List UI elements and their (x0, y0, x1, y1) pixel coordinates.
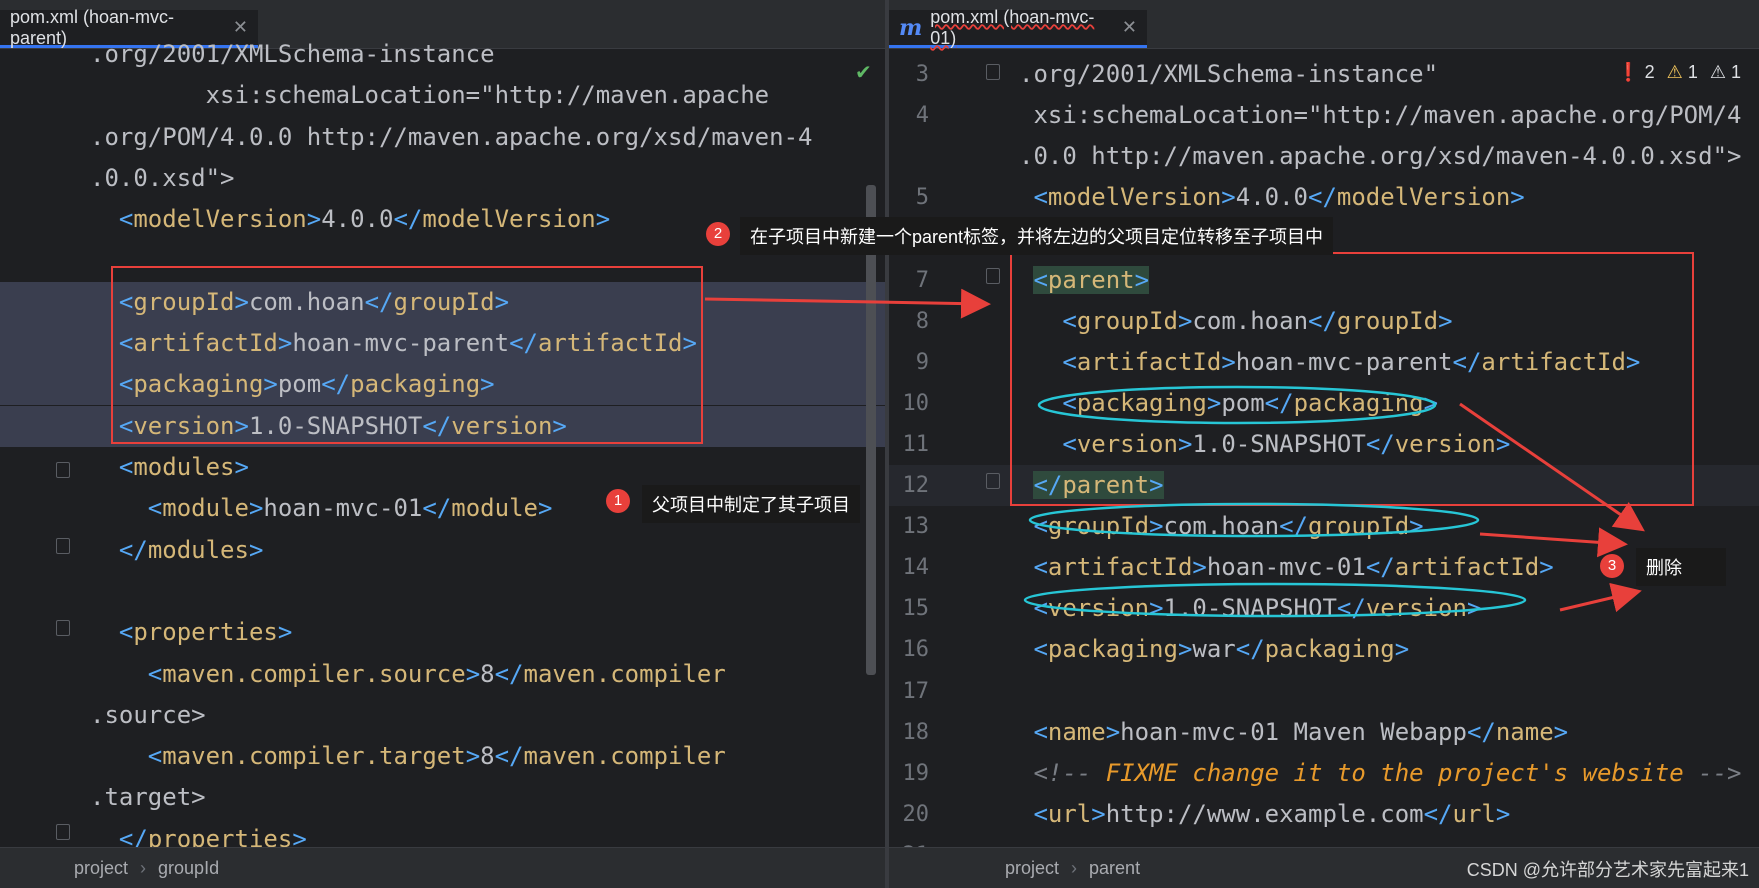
right-tab-bar: m pom.xml (hoan-mvc-01) ✕ (889, 0, 1759, 49)
error-icon: ❗ (1617, 62, 1640, 82)
tab-child-pom[interactable]: m pom.xml (hoan-mvc-01) ✕ (889, 6, 1147, 48)
scrollbar[interactable] (866, 185, 876, 675)
code-line[interactable]: .0.0 http://maven.apache.org/xsd/maven-4… (889, 136, 1759, 177)
left-highlight-box (111, 266, 703, 444)
code-line[interactable]: <properties> (0, 612, 885, 653)
code-line[interactable]: .org/2001/XMLSchema-instance (0, 34, 885, 75)
fold-icon[interactable] (986, 473, 1000, 489)
code-line[interactable]: .0.0.xsd"> (0, 158, 885, 199)
fold-icon[interactable] (56, 824, 70, 840)
breadcrumb-project[interactable]: project (74, 858, 128, 879)
line-number: 13 (902, 514, 930, 540)
warning-count: ⚠ 1 (1666, 62, 1698, 82)
watermark: CSDN @允许部分艺术家先富起来1 (1466, 860, 1749, 880)
line-number: 8 (915, 308, 929, 334)
tab-title: pom.xml (hoan-mvc-01) (930, 6, 1095, 48)
code-line[interactable]: <maven.compiler.target>8</maven.compiler (0, 736, 885, 777)
code-line[interactable]: <maven.compiler.source>8</maven.compiler (0, 654, 885, 695)
line-number: 16 (902, 637, 930, 663)
code-line[interactable]: 18 <name>hoan-mvc-01 Maven Webapp</name> (889, 712, 1759, 753)
code-line[interactable]: 13 <groupId>com.hoan</groupId> (889, 506, 1759, 547)
close-icon[interactable]: ✕ (1122, 17, 1137, 38)
line-number: 17 (902, 678, 930, 704)
line-number: 9 (915, 349, 929, 375)
code-line[interactable]: xsi:schemaLocation="http://maven.apache (0, 75, 885, 116)
code-line[interactable]: .source> (0, 695, 885, 736)
code-line[interactable]: </modules> (0, 530, 885, 571)
line-number: 19 (902, 760, 930, 786)
line-number: 20 (902, 801, 930, 827)
line-number: 7 (915, 267, 929, 293)
line-number: 18 (902, 719, 930, 745)
left-editor-pane: pom.xml (hoan-mvc-parent) ✕ .org/2001/XM… (0, 0, 885, 888)
badge-3: 3 (1600, 554, 1624, 578)
code-line[interactable]: <modules> (0, 447, 885, 488)
weak-warning-icon: ⚠ (1709, 62, 1726, 82)
fold-icon[interactable] (56, 620, 70, 636)
badge-2: 2 (706, 222, 730, 246)
fold-icon[interactable] (986, 64, 1000, 80)
line-number: 3 (915, 62, 929, 87)
fold-icon[interactable] (56, 538, 70, 554)
fold-icon[interactable] (986, 268, 1000, 284)
breadcrumb-project[interactable]: project (1005, 858, 1059, 879)
code-line[interactable]: 17 (889, 671, 1759, 712)
line-number: 5 (915, 185, 929, 211)
maven-icon: m (899, 14, 923, 41)
code-line[interactable]: 19 <!-- FIXME change it to the project's… (889, 753, 1759, 794)
error-count: ❗ 2 (1617, 62, 1655, 82)
code-line[interactable]: 14 <artifactId>hoan-mvc-01</artifactId> (889, 547, 1759, 588)
code-line[interactable]: .org/POM/4.0.0 http://maven.apache.org/x… (0, 117, 885, 158)
callout-3: 删除 (1636, 548, 1726, 586)
callout-2: 在子项目中新建一个parent标签，并将左边的父项目定位转移至子项目中 (740, 217, 1334, 255)
breadcrumb-groupid[interactable]: groupId (158, 858, 219, 879)
code-line[interactable]: .target> (0, 777, 885, 818)
code-line[interactable]: 4 xsi:schemaLocation="http://maven.apach… (889, 95, 1759, 136)
breadcrumb-parent[interactable]: parent (1089, 858, 1140, 879)
weak-warning-count: ⚠ 1 (1709, 62, 1741, 82)
fold-icon[interactable] (56, 462, 70, 478)
code-line[interactable] (0, 571, 885, 612)
warning-icon: ⚠ (1666, 62, 1683, 82)
check-icon: ✔ (855, 60, 872, 84)
left-code-area[interactable]: .org/2001/XMLSchema-instance xsi:schemaL… (0, 40, 885, 853)
code-line[interactable]: 5 <modelVersion>4.0.0</modelVersion> (889, 177, 1759, 218)
code-line[interactable]: 15 <version>1.0-SNAPSHOT</version> (889, 588, 1759, 629)
line-number: 14 (902, 555, 930, 581)
line-number: 4 (915, 103, 929, 129)
right-highlight-box (1010, 252, 1694, 506)
callout-1: 父项目中制定了其子项目 (642, 485, 860, 523)
code-line[interactable]: 16 <packaging>war</packaging> (889, 629, 1759, 670)
line-number: 12 (902, 473, 930, 498)
code-line[interactable]: 20 <url>http://www.example.com</url> (889, 794, 1759, 835)
chevron-right-icon: › (1071, 857, 1078, 878)
line-number: 11 (902, 431, 930, 457)
left-breadcrumb: project › groupId (0, 847, 885, 888)
badge-1: 1 (606, 489, 630, 513)
inspection-widget[interactable]: ❗ 2 ⚠ 1 ⚠ 1 (1617, 62, 1741, 83)
line-number: 15 (902, 596, 930, 622)
line-number: 10 (902, 390, 930, 416)
chevron-right-icon: › (140, 857, 147, 878)
